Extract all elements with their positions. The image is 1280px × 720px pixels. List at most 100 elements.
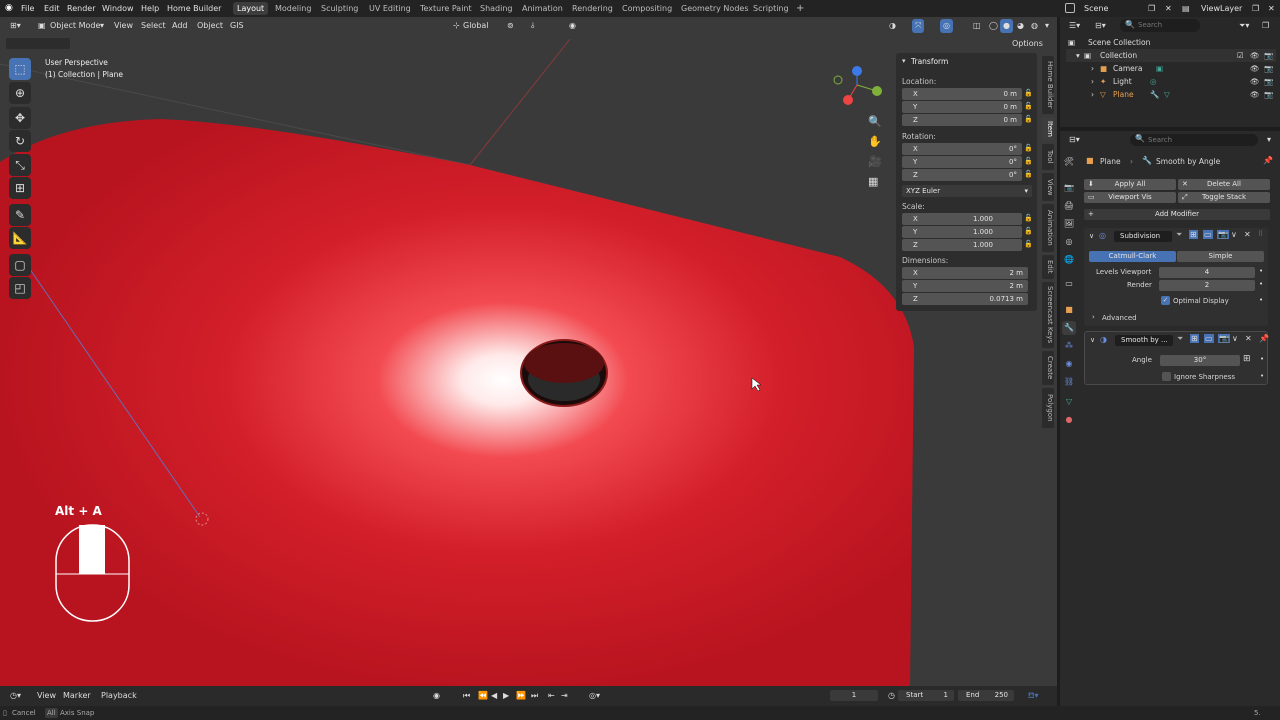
tab-geometry-nodes[interactable]: Geometry Nodes [677, 2, 752, 15]
tab-rendering[interactable]: Rendering [568, 2, 617, 15]
visibility-icon[interactable]: ◑ [886, 19, 899, 33]
solid-shading-icon[interactable]: ● [1000, 19, 1013, 33]
lock-icon[interactable]: 🔓 [1024, 102, 1033, 110]
tab-animation-sidebar[interactable]: Animation [1042, 204, 1054, 252]
camera-icon[interactable]: 📷 [1264, 49, 1273, 62]
modifier-tab-icon[interactable]: 🔧 [1062, 321, 1076, 335]
eye-icon[interactable]: 👁 [1250, 75, 1260, 88]
transform-orientation-select[interactable]: Global [460, 19, 492, 33]
checkbox-icon[interactable]: ☑ [1237, 49, 1244, 62]
tab-scripting[interactable]: Scripting [749, 2, 793, 15]
keyframe-dot-icon[interactable]: • [1259, 280, 1263, 288]
render-icon[interactable]: 📷 [1217, 230, 1229, 239]
tab-compositing[interactable]: Compositing [618, 2, 676, 15]
view-layer-icon[interactable]: ▤ [1182, 0, 1190, 17]
scene-name[interactable]: Scene [1084, 0, 1108, 17]
measure-tool-icon[interactable]: 📐 [9, 227, 31, 249]
location-z-field[interactable]: Z0 m [902, 114, 1022, 126]
collection-tab-icon[interactable]: ▭ [1062, 277, 1076, 291]
scene-tab-icon[interactable]: ◎ [1062, 235, 1076, 249]
perspective-grid-icon[interactable]: ▦ [868, 175, 878, 188]
chevron-down-icon[interactable]: ∨ [1089, 232, 1094, 240]
overlay-toggle-icon[interactable]: ◎ [940, 19, 953, 33]
outliner-editor-icon[interactable]: ☰▾ [1066, 19, 1083, 33]
vp-menu-view[interactable]: View [111, 19, 136, 33]
jump-start-icon[interactable]: ⏮ [460, 689, 473, 703]
eye-icon[interactable]: 👁 [1250, 62, 1260, 75]
outliner-collection[interactable]: ▾ ▣ Collection ☑ 👁 📷 [1066, 49, 1276, 62]
panel-collapse-icon[interactable]: ▾ [902, 57, 906, 65]
tab-texture-paint[interactable]: Texture Paint [416, 2, 476, 15]
eye-icon[interactable]: 👁 [1250, 49, 1260, 62]
lock-icon[interactable]: 🔓 [1024, 227, 1033, 235]
menu-file[interactable]: File [21, 0, 34, 17]
tab-create[interactable]: Create [1042, 351, 1054, 385]
rotation-z-field[interactable]: Z 0° [902, 169, 1022, 181]
rotate-tool-icon[interactable]: ↻ [9, 130, 31, 152]
copy-view-layer-icon[interactable]: ❐ [1252, 0, 1259, 17]
close-icon[interactable]: ✕ [1245, 334, 1252, 343]
lock-icon[interactable]: 🔓 [1024, 89, 1033, 97]
mode-select[interactable]: Object Mode [47, 19, 103, 33]
rotation-y-field[interactable]: Y 0° [902, 156, 1022, 168]
outliner-scene-collection[interactable]: ▣ Scene Collection [1066, 36, 1266, 49]
lock-icon[interactable]: 🔓 [1024, 240, 1033, 248]
location-y-field[interactable]: Y0 m [902, 101, 1022, 113]
tab-polygon[interactable]: Polygon [1042, 388, 1054, 428]
vp-menu-object[interactable]: Object [194, 19, 226, 33]
rotation-x-field[interactable]: X 0° [902, 143, 1022, 155]
menu-help[interactable]: Help [141, 0, 159, 17]
tool-tab-icon[interactable]: 🛠 [1062, 155, 1076, 169]
chevron-down-icon[interactable]: ∨ [1090, 336, 1095, 344]
render-levels-field[interactable]: 2 [1159, 280, 1255, 291]
annotate-tool-icon[interactable]: ✎ [9, 204, 31, 226]
edit-mode-icon[interactable]: ⏷ [1176, 230, 1182, 240]
add-object-tool-icon[interactable]: ◰ [9, 277, 31, 299]
rendered-shading-icon[interactable]: ◍ [1028, 19, 1041, 33]
add-cube-tool-icon[interactable]: ▢ [9, 254, 31, 276]
clock-icon[interactable]: ◷ [885, 689, 898, 703]
angle-field[interactable]: 30° [1160, 355, 1240, 366]
outliner-display-mode-icon[interactable]: ⊟▾ [1092, 19, 1109, 33]
realtime-icon[interactable]: ▭ [1203, 230, 1213, 239]
wireframe-shading-icon[interactable]: ◯ [986, 19, 1001, 33]
menu-render[interactable]: Render [67, 0, 95, 17]
tab-layout[interactable]: Layout [233, 2, 269, 15]
realtime-icon[interactable]: ▭ [1204, 334, 1214, 343]
shading-options-icon[interactable]: ▾ [1042, 19, 1052, 33]
toggle-stack-button[interactable]: ⤢ Toggle Stack [1178, 192, 1270, 203]
play-reverse-icon[interactable]: ◀ [488, 689, 500, 703]
world-tab-icon[interactable]: 🌐 [1062, 253, 1076, 267]
zoom-icon[interactable]: 🔍 [868, 115, 882, 128]
tab-tool[interactable]: Tool [1042, 144, 1054, 170]
outliner-search[interactable]: 🔍 Search [1120, 19, 1200, 32]
keyframe-dot-icon[interactable]: • [1260, 355, 1264, 363]
scale-y-field[interactable]: Y 1.000 [902, 226, 1022, 238]
edit-mode-icon[interactable]: ⏷ [1177, 334, 1183, 344]
tab-uv-editing[interactable]: UV Editing [365, 2, 415, 15]
xray-icon[interactable]: ◫ [970, 19, 984, 33]
chevron-right-icon[interactable]: › [1092, 313, 1095, 321]
end-frame-field[interactable]: End 250 [958, 690, 1014, 701]
view-layer-name[interactable]: ViewLayer [1201, 0, 1242, 17]
new-collection-icon[interactable]: ❐ [1259, 19, 1272, 33]
timeline-menu-view[interactable]: View [34, 689, 59, 703]
tab-item[interactable]: Item [1042, 117, 1054, 141]
cursor-tool-icon[interactable]: ⊕ [9, 82, 31, 104]
dimensions-y-field[interactable]: Y2 m [902, 280, 1028, 292]
object-tab-icon[interactable]: ■ [1062, 303, 1076, 317]
current-frame-field[interactable]: 1 [830, 690, 878, 701]
smooth-name-field[interactable]: Smooth by ... [1115, 335, 1173, 346]
physics-tab-icon[interactable]: ◉ [1062, 357, 1076, 371]
scale-z-field[interactable]: Z 1.000 [902, 239, 1022, 251]
editor-type-icon[interactable]: ⊞▾ [7, 19, 24, 33]
viewport-vis-button[interactable]: ▭ Viewport Vis [1084, 192, 1176, 203]
next-keyframe-icon[interactable]: ⇥ [558, 689, 571, 703]
tab-animation[interactable]: Animation [518, 2, 567, 15]
on-cage-icon[interactable]: ⊞ [1189, 230, 1198, 239]
timeline-menu-playback[interactable]: Playback [98, 689, 140, 703]
attribute-toggle-icon[interactable]: ⊞ [1243, 354, 1251, 364]
tab-screencast-keys[interactable]: Screencast Keys [1042, 282, 1054, 348]
select-box-tool-icon[interactable]: ⬚ [9, 58, 31, 80]
lock-icon[interactable]: 🔓 [1024, 170, 1033, 178]
